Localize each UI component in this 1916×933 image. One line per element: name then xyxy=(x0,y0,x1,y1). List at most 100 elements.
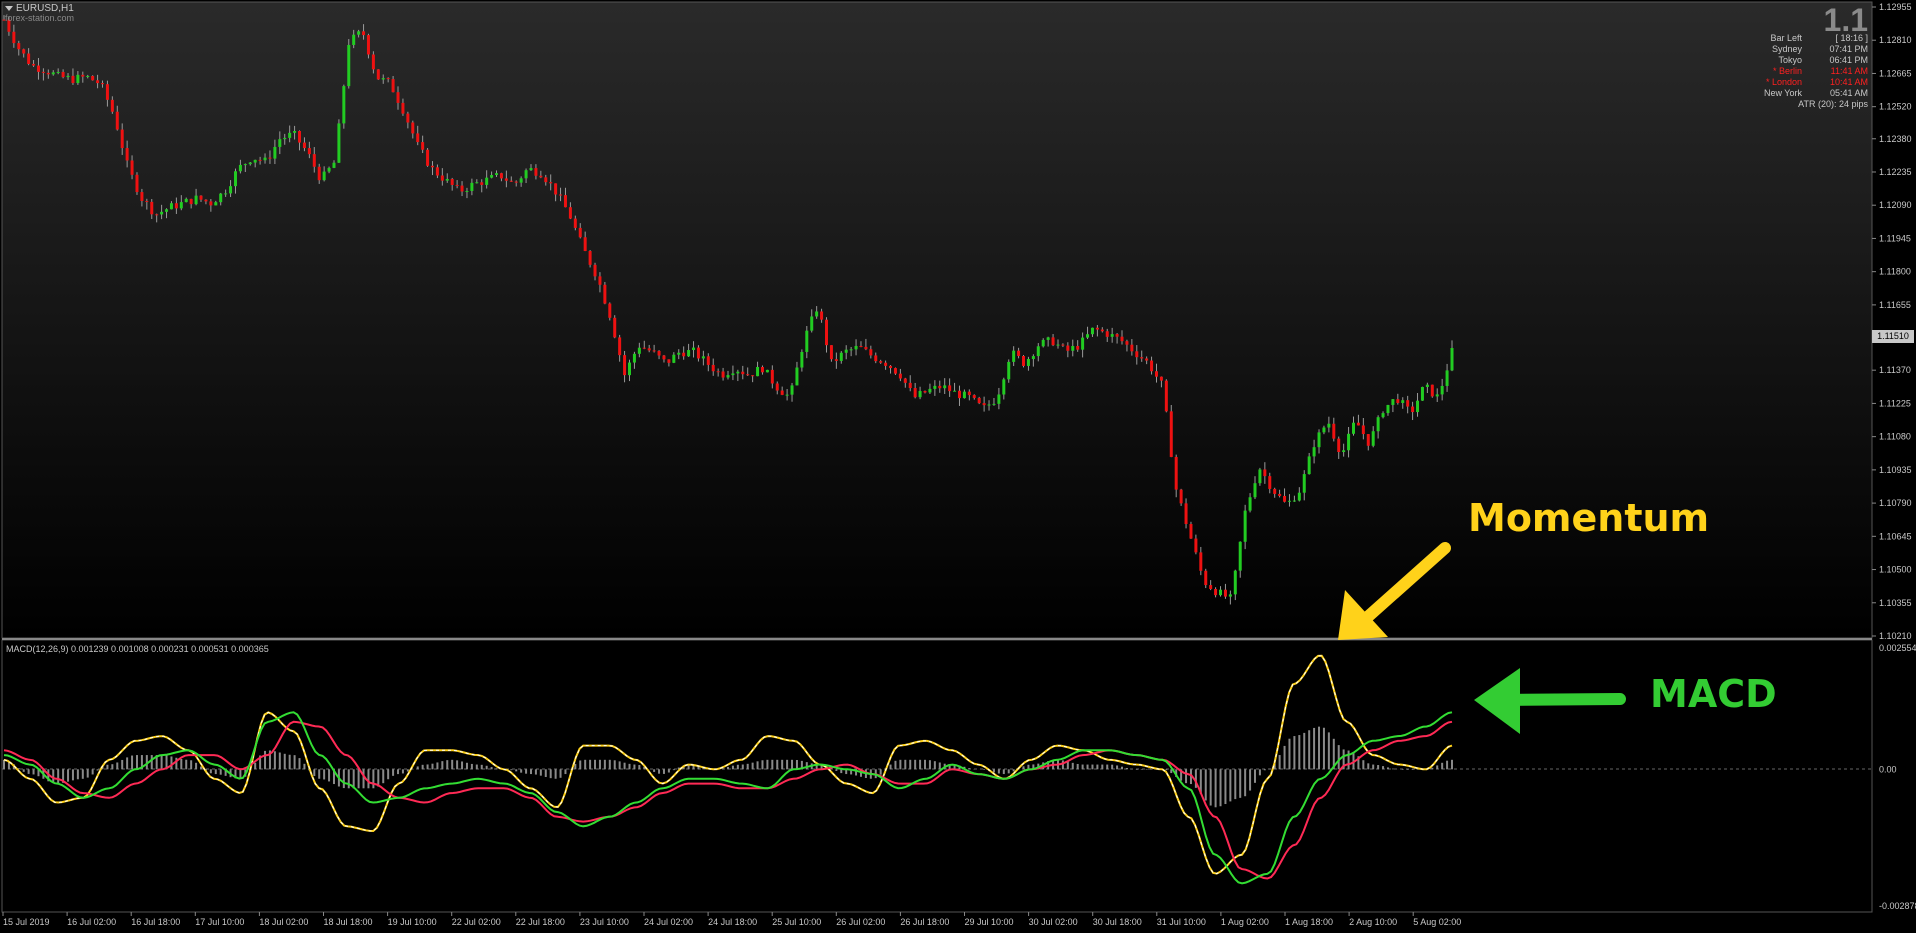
candle-body xyxy=(455,184,459,186)
macd-hist-bar xyxy=(461,761,464,770)
macd-hist-bar xyxy=(1022,766,1025,770)
macd-hist-bar xyxy=(298,758,301,770)
macd-hist-bar xyxy=(1451,759,1453,770)
candle-body xyxy=(36,65,40,72)
candle-body xyxy=(903,378,907,383)
macd-hist-bar xyxy=(1406,769,1409,770)
candle-body xyxy=(790,385,794,395)
macd-hist-bar xyxy=(357,769,360,789)
candle-body xyxy=(1026,359,1030,366)
macd-hist-bar xyxy=(1337,745,1340,770)
candle-body xyxy=(1031,356,1035,360)
macd-hist-bar xyxy=(924,759,927,770)
candle-body xyxy=(1258,469,1262,484)
macd-hist-bar xyxy=(303,763,306,770)
candle-body xyxy=(992,403,996,405)
macd-hist-bar xyxy=(1303,732,1306,770)
candle-body xyxy=(41,71,45,73)
price-chart[interactable]: 1.12955 1.12810 1.12665 1.12520 1.12380 1.122… xyxy=(0,0,1916,933)
macd-hist-bar xyxy=(564,769,567,775)
candle-body xyxy=(273,146,277,159)
candle-body xyxy=(997,394,1001,404)
candle-body xyxy=(169,203,173,210)
macd-hist-bar xyxy=(465,762,468,770)
price-tick-label: 1.12955 xyxy=(1879,2,1912,12)
candle-body xyxy=(854,345,858,350)
macd-hist-bar xyxy=(662,769,665,774)
candle-body xyxy=(362,31,366,36)
candle-body xyxy=(105,84,109,100)
candle-body xyxy=(898,373,902,379)
macd-hist-bar xyxy=(1327,732,1330,770)
candle-body xyxy=(810,316,814,331)
macd-hist-bar xyxy=(879,769,882,775)
macd-hist-bar xyxy=(382,769,385,784)
macd-hist-bar xyxy=(1224,769,1227,805)
macd-hist-bar xyxy=(1313,727,1316,770)
candle-body xyxy=(1209,585,1213,589)
macd-hist-bar xyxy=(672,769,675,771)
macd-hist-bar xyxy=(594,759,597,770)
candle-body xyxy=(1233,570,1237,595)
macd-hist-bar xyxy=(741,764,744,770)
macd-hist-bar xyxy=(1377,765,1380,770)
macd-hist-bar xyxy=(928,760,931,770)
macd-hist-bar xyxy=(613,760,616,770)
macd-hist-bar xyxy=(76,769,79,780)
candle-body xyxy=(332,162,336,168)
macd-hist-bar xyxy=(278,752,281,770)
candle-body xyxy=(701,356,705,359)
candle-body xyxy=(480,182,484,185)
macd-hist-bar xyxy=(529,769,532,775)
candle-body xyxy=(682,352,686,357)
macd-hist-bar xyxy=(446,760,449,770)
candle-body xyxy=(179,202,183,209)
macd-hist-bar xyxy=(195,762,198,770)
candle-body xyxy=(465,190,469,192)
macd-hist-bar xyxy=(1308,730,1311,770)
candle-body xyxy=(967,391,971,396)
macd-hist-bar xyxy=(658,769,661,774)
candle-body xyxy=(1012,350,1016,362)
candle-body xyxy=(1445,370,1449,386)
macd-hist-bar xyxy=(367,769,370,789)
candle-body xyxy=(711,364,715,372)
candle-body xyxy=(770,369,774,384)
candle-body xyxy=(598,276,602,285)
time-tick-label: 19 Jul 10:00 xyxy=(388,917,437,927)
candle-body xyxy=(1391,399,1395,405)
candle-body xyxy=(1420,386,1424,401)
macd-hist-bar xyxy=(589,759,592,770)
macd-hist-bar xyxy=(746,763,749,770)
time-tick-label: 24 Jul 02:00 xyxy=(644,917,693,927)
price-tick-label: 1.12810 xyxy=(1879,35,1912,45)
macd-hist-bar xyxy=(1135,769,1138,770)
candle-body xyxy=(278,139,282,147)
candle-body xyxy=(1036,346,1040,357)
macd-hist-bar xyxy=(1165,769,1168,771)
macd-hist-bar xyxy=(209,769,212,774)
time-tick-label: 18 Jul 02:00 xyxy=(259,917,308,927)
macd-hist-bar xyxy=(431,763,434,770)
macd-hist-bar xyxy=(633,764,636,770)
candle-body xyxy=(219,193,223,203)
candle-body xyxy=(51,72,55,75)
candle-body xyxy=(342,86,346,124)
candle-body xyxy=(1248,497,1252,511)
time-tick-label: 22 Jul 02:00 xyxy=(452,917,501,927)
candle-body xyxy=(977,397,981,404)
macd-hist-bar xyxy=(549,769,552,779)
macd-hist-bar xyxy=(539,769,542,776)
macd-hist-bar xyxy=(392,769,395,776)
candle-body xyxy=(775,383,779,391)
candle-body xyxy=(258,159,262,161)
macd-hist-bar xyxy=(1258,769,1261,776)
candle-body xyxy=(421,142,425,150)
candle-body xyxy=(889,365,893,369)
macd-hist-bar xyxy=(889,764,892,770)
candle-body xyxy=(780,390,784,395)
candle-body xyxy=(1268,476,1272,489)
candle-body xyxy=(1140,357,1144,359)
macd-hist-bar xyxy=(1012,769,1015,772)
candle-body xyxy=(1228,594,1232,597)
